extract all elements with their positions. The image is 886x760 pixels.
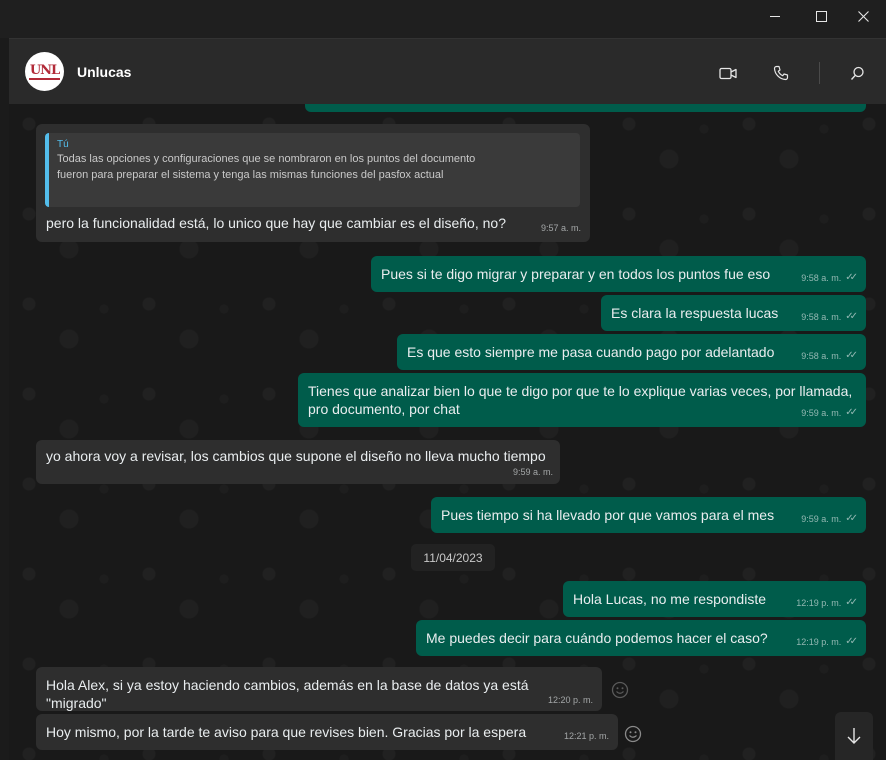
date-separator: 11/04/2023 xyxy=(411,544,495,571)
message-time: 9:58 a. m. xyxy=(801,312,842,322)
message-text: Tienes que analizar bien lo que te digo … xyxy=(308,383,853,417)
side-strip xyxy=(0,38,9,760)
read-ticks-icon: ✓✓ xyxy=(845,407,858,418)
read-ticks-icon: ✓✓ xyxy=(845,597,858,608)
emoji-icon xyxy=(624,725,642,743)
header-separator xyxy=(819,62,820,84)
message-bubble-incoming[interactable]: yo ahora voy a revisar, los cambios que … xyxy=(36,440,560,484)
window-titlebar xyxy=(0,0,886,32)
message-bubble-outgoing[interactable]: Es clara la respuesta lucas 9:58 a. m. ✓✓ xyxy=(601,295,866,331)
message-bubble-incoming[interactable]: Tú Todas las opciones y configuraciones … xyxy=(36,124,590,242)
message-time: 9:57 a. m. xyxy=(540,223,581,233)
message-text: Hoy mismo, por la tarde te aviso para qu… xyxy=(46,724,527,740)
message-time: 9:59 a. m. xyxy=(801,408,842,418)
contact-name[interactable]: Unlucas xyxy=(77,64,131,80)
video-call-icon xyxy=(719,67,737,79)
close-icon xyxy=(857,10,869,22)
read-ticks-icon: ✓✓ xyxy=(845,272,858,283)
message-bubble-outgoing[interactable]: Pues si te digo migrar y preparar y en t… xyxy=(371,256,866,292)
maximize-icon xyxy=(815,10,827,22)
message-text: Me puedes decir para cuándo podemos hace… xyxy=(426,630,768,646)
react-emoji-button[interactable] xyxy=(623,724,643,744)
message-time: 12:19 p. m. xyxy=(796,598,842,608)
message-bubble-outgoing[interactable]: Hola Lucas, no me respondiste 12:19 p. m… xyxy=(563,581,866,617)
close-button[interactable] xyxy=(840,0,886,32)
message-text: Hola Alex, si ya estoy haciendo cambios,… xyxy=(46,677,529,711)
message-bubble-outgoing[interactable]: Tienes que analizar bien lo que te digo … xyxy=(298,373,866,427)
message-bubble-incoming[interactable]: Hoy mismo, por la tarde te aviso para qu… xyxy=(36,714,618,750)
message-time: 9:58 a. m. xyxy=(801,273,842,283)
message-bubble-outgoing[interactable]: Me puedes decir para cuándo podemos hace… xyxy=(416,620,866,656)
message-text: Pues si te digo migrar y preparar y en t… xyxy=(381,266,771,282)
avatar[interactable]: UNL xyxy=(25,52,64,91)
quoted-author: Tú xyxy=(57,139,69,150)
message-bubble-cut xyxy=(305,104,866,112)
quoted-message[interactable]: Tú Todas las opciones y configuraciones … xyxy=(45,133,580,207)
chat-header: UNL Unlucas xyxy=(9,38,886,105)
video-call-button[interactable] xyxy=(717,63,739,83)
minimize-icon xyxy=(770,15,780,17)
maximize-button[interactable] xyxy=(798,0,844,32)
message-bubble-outgoing[interactable]: Es que esto siempre me pasa cuando pago … xyxy=(397,334,866,370)
message-text: yo ahora voy a revisar, los cambios que … xyxy=(46,448,546,464)
read-ticks-icon: ✓✓ xyxy=(845,513,858,524)
emoji-icon xyxy=(611,681,629,699)
chat-area[interactable]: Tú Todas las opciones y configuraciones … xyxy=(9,104,886,760)
search-icon xyxy=(850,66,864,80)
message-time: 9:59 a. m. xyxy=(512,467,553,477)
react-emoji-button[interactable] xyxy=(610,680,630,700)
search-button[interactable] xyxy=(846,63,868,83)
message-text: pero la funcionalidad está, lo unico que… xyxy=(46,215,506,231)
message-time: 12:19 p. m. xyxy=(796,637,842,647)
avatar-logo: UNL xyxy=(28,62,60,80)
scroll-to-bottom-button[interactable] xyxy=(835,712,873,760)
message-time: 9:59 a. m. xyxy=(801,514,842,524)
quoted-text: Todas las opciones y configuraciones que… xyxy=(57,153,476,181)
read-ticks-icon: ✓✓ xyxy=(845,311,858,322)
read-ticks-icon: ✓✓ xyxy=(845,636,858,647)
message-text: Pues tiempo si ha llevado por que vamos … xyxy=(441,507,775,523)
voice-call-button[interactable] xyxy=(770,63,792,83)
message-bubble-incoming[interactable]: Hola Alex, si ya estoy haciendo cambios,… xyxy=(36,667,602,711)
read-ticks-icon: ✓✓ xyxy=(845,350,858,361)
minimize-button[interactable] xyxy=(752,0,798,32)
message-time: 9:58 a. m. xyxy=(801,351,842,361)
message-time: 12:20 p. m. xyxy=(547,695,593,705)
message-bubble-outgoing[interactable]: Pues tiempo si ha llevado por que vamos … xyxy=(431,497,866,533)
message-time: 12:21 p. m. xyxy=(563,731,609,741)
message-text: Es que esto siempre me pasa cuando pago … xyxy=(407,344,775,360)
voice-call-icon xyxy=(773,65,789,81)
arrow-down-icon xyxy=(847,728,861,744)
